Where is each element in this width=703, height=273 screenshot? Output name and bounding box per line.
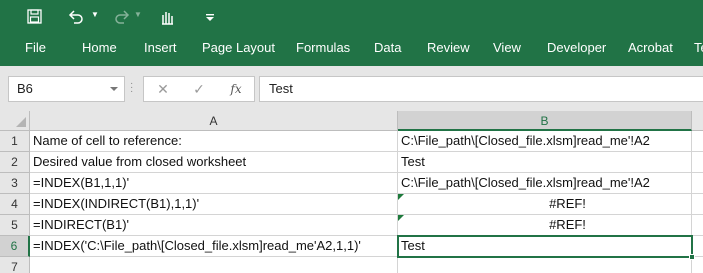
ribbon-tabs: File Home Insert Page Layout Formulas Da… — [0, 33, 703, 66]
cell-b5-value: #REF! — [549, 217, 586, 232]
tab-formulas[interactable]: Formulas — [296, 33, 350, 63]
select-all-triangle — [16, 117, 26, 127]
column-header-c[interactable] — [692, 111, 703, 131]
insert-function-icon[interactable]: fx — [223, 77, 249, 101]
name-box[interactable]: B6 — [8, 76, 125, 102]
error-indicator-icon[interactable] — [398, 215, 404, 221]
cell-b4[interactable]: #REF! — [398, 194, 692, 215]
worksheet-grid: A B 1 Name of cell to reference: C:\File… — [0, 111, 703, 273]
formula-bar-area: B6 · · · ✕ ✓ fx Test — [0, 66, 703, 111]
formula-value: Test — [269, 81, 293, 96]
save-icon[interactable] — [22, 0, 46, 33]
row-header-6[interactable]: 6 — [0, 236, 30, 257]
tab-page-layout[interactable]: Page Layout — [202, 33, 275, 63]
tab-acrobat[interactable]: Acrobat — [628, 33, 673, 63]
tab-home[interactable]: Home — [82, 33, 117, 63]
cell-b3[interactable]: C:\File_path\[Closed_file.xlsm]read_me'!… — [398, 173, 692, 194]
cell-a4[interactable]: =INDEX(INDIRECT(B1),1,1)' — [30, 194, 398, 215]
row-header-7[interactable]: 7 — [0, 257, 30, 273]
row-header-4[interactable]: 4 — [0, 194, 30, 215]
cell-b5[interactable]: #REF! — [398, 215, 692, 236]
column-header-a[interactable]: A — [30, 111, 398, 131]
cell-b1[interactable]: C:\File_path\[Closed_file.xlsm]read_me'!… — [398, 131, 692, 152]
redo-icon[interactable] — [110, 0, 134, 33]
touch-mode-icon[interactable] — [155, 0, 179, 33]
undo-dropdown-icon[interactable]: ▼ — [91, 11, 99, 19]
cell-b6[interactable]: Test — [398, 236, 692, 257]
formula-input[interactable]: Test — [259, 76, 703, 102]
tab-review[interactable]: Review — [427, 33, 470, 63]
row-header-1[interactable]: 1 — [0, 131, 30, 152]
row-header-2[interactable]: 2 — [0, 152, 30, 173]
tab-view[interactable]: View — [493, 33, 521, 63]
cell-a3[interactable]: =INDEX(B1,1,1)' — [30, 173, 398, 194]
formula-bar-resize-handle[interactable]: · · · — [130, 79, 134, 97]
tab-data[interactable]: Data — [374, 33, 401, 63]
cell-c6[interactable] — [692, 236, 703, 257]
customize-qat-icon[interactable] — [202, 0, 218, 33]
redo-dropdown-icon[interactable]: ▼ — [134, 11, 142, 19]
row-header-3[interactable]: 3 — [0, 173, 30, 194]
cell-a6[interactable]: =INDEX('C:\File_path\[Closed_file.xlsm]r… — [30, 236, 398, 257]
cell-b7[interactable] — [398, 257, 692, 273]
name-box-value: B6 — [17, 81, 33, 96]
cell-b2[interactable]: Test — [398, 152, 692, 173]
cell-c3[interactable] — [692, 173, 703, 194]
cell-a7[interactable] — [30, 257, 398, 273]
name-box-dropdown-icon[interactable] — [110, 87, 118, 91]
cell-a1[interactable]: Name of cell to reference: — [30, 131, 398, 152]
tab-developer[interactable]: Developer — [547, 33, 606, 63]
select-all-corner[interactable] — [0, 111, 30, 131]
tab-file[interactable]: File — [25, 33, 46, 63]
column-header-b[interactable]: B — [398, 111, 692, 131]
cell-c4[interactable] — [692, 194, 703, 215]
cell-b4-value: #REF! — [549, 196, 586, 211]
undo-icon[interactable] — [64, 0, 88, 33]
cell-c5[interactable] — [692, 215, 703, 236]
cancel-icon[interactable]: ✕ — [150, 77, 176, 101]
tab-team[interactable]: Te — [694, 33, 703, 63]
row-header-5[interactable]: 5 — [0, 215, 30, 236]
cell-c2[interactable] — [692, 152, 703, 173]
quick-access-toolbar: ▼ ▼ — [0, 0, 703, 33]
tab-insert[interactable]: Insert — [144, 33, 177, 63]
error-indicator-icon[interactable] — [398, 194, 404, 200]
enter-icon[interactable]: ✓ — [186, 77, 212, 101]
cell-a5[interactable]: =INDIRECT(B1)' — [30, 215, 398, 236]
cell-a2[interactable]: Desired value from closed worksheet — [30, 152, 398, 173]
cell-c7[interactable] — [692, 257, 703, 273]
cell-c1[interactable] — [692, 131, 703, 152]
formula-bar-buttons: ✕ ✓ fx — [143, 76, 255, 102]
